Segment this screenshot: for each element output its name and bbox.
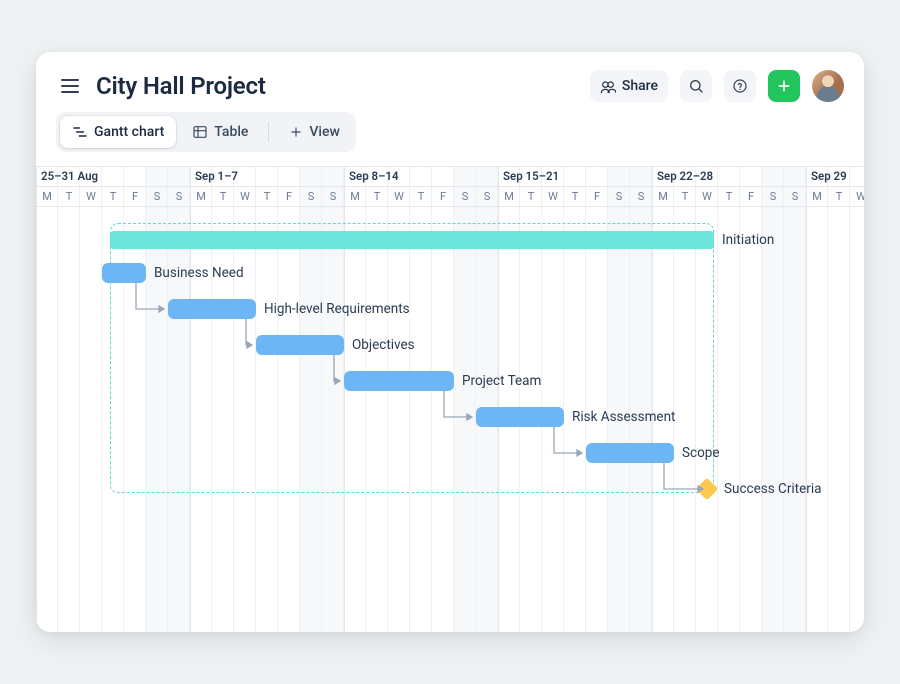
week-label: Sep 1–7 xyxy=(190,169,238,183)
task-bar[interactable] xyxy=(102,263,146,283)
day-label: S xyxy=(476,190,498,203)
page-title: City Hall Project xyxy=(96,72,266,100)
day-header: MTWTFSSMTWTFSSMTWTFSSMTWTFSSMTWTFSSMTW xyxy=(36,187,864,207)
day-label: F xyxy=(740,190,762,203)
tab-table-label: Table xyxy=(214,124,248,140)
add-view-button[interactable]: View xyxy=(277,116,352,148)
milestone-label: Success Criteria xyxy=(724,481,821,497)
task-bar[interactable] xyxy=(256,335,344,355)
search-button[interactable] xyxy=(680,70,712,102)
task-label: Project Team xyxy=(462,373,541,389)
task-bar[interactable] xyxy=(586,443,674,463)
task-bar[interactable] xyxy=(476,407,564,427)
task-label: Objectives xyxy=(352,337,415,353)
help-icon xyxy=(732,78,748,94)
day-label: S xyxy=(322,190,344,203)
tab-gantt[interactable]: Gantt chart xyxy=(60,116,176,148)
day-label: S xyxy=(454,190,476,203)
plus-icon xyxy=(289,125,303,139)
week-label: 25–31 Aug xyxy=(36,169,98,183)
day-label: W xyxy=(388,190,410,203)
header: City Hall Project Share xyxy=(36,52,864,112)
day-label: S xyxy=(168,190,190,203)
share-icon xyxy=(600,78,616,94)
add-view-label: View xyxy=(309,124,340,140)
week-label: Sep 29 xyxy=(806,169,847,183)
day-label: T xyxy=(366,190,388,203)
task-bar[interactable] xyxy=(168,299,256,319)
day-label: W xyxy=(234,190,256,203)
day-label: M xyxy=(498,190,520,203)
day-label: M xyxy=(344,190,366,203)
day-label: W xyxy=(542,190,564,203)
search-icon xyxy=(688,78,704,94)
day-label: T xyxy=(674,190,696,203)
day-label: S xyxy=(630,190,652,203)
tab-table[interactable]: Table xyxy=(180,116,260,148)
avatar[interactable] xyxy=(812,70,844,102)
tab-separator xyxy=(268,122,269,142)
plus-icon xyxy=(776,78,792,94)
share-button[interactable]: Share xyxy=(590,70,668,102)
day-label: T xyxy=(410,190,432,203)
day-label: S xyxy=(300,190,322,203)
day-label: M xyxy=(652,190,674,203)
tab-gantt-label: Gantt chart xyxy=(94,124,164,140)
menu-icon xyxy=(61,79,79,93)
task-label: Risk Assessment xyxy=(572,409,675,425)
day-label: T xyxy=(102,190,124,203)
day-label: T xyxy=(520,190,542,203)
day-label: F xyxy=(586,190,608,203)
day-label: M xyxy=(36,190,58,203)
task-label: Scope xyxy=(682,445,720,461)
week-label: Sep 8–14 xyxy=(344,169,399,183)
gantt-chart-area: Initiation Business Need High-level Requir… xyxy=(36,207,864,632)
day-label: S xyxy=(762,190,784,203)
gantt-icon xyxy=(72,124,88,140)
day-label: S xyxy=(608,190,630,203)
add-button[interactable] xyxy=(768,70,800,102)
day-label: T xyxy=(828,190,850,203)
day-label: T xyxy=(718,190,740,203)
menu-button[interactable] xyxy=(56,72,84,100)
task-bar[interactable] xyxy=(344,371,454,391)
phase-summary-bar[interactable] xyxy=(110,231,714,249)
app-window: City Hall Project Share Gantt chart Tabl… xyxy=(36,52,864,632)
phase-label: Initiation xyxy=(722,232,774,248)
day-label: M xyxy=(806,190,828,203)
week-label: Sep 22–28 xyxy=(652,169,713,183)
day-label: W xyxy=(696,190,718,203)
week-label: Sep 15–21 xyxy=(498,169,559,183)
share-label: Share xyxy=(622,78,658,94)
day-label: S xyxy=(146,190,168,203)
day-label: F xyxy=(432,190,454,203)
day-label: F xyxy=(278,190,300,203)
view-tabs-group: Gantt chart Table View xyxy=(56,112,356,152)
view-tabs: Gantt chart Table View xyxy=(36,112,864,166)
week-header: 25–31 Aug Sep 1–7 Sep 8–14 Sep 15–21 Sep 22–… xyxy=(36,167,864,187)
day-label: T xyxy=(58,190,80,203)
day-label: T xyxy=(564,190,586,203)
day-label: S xyxy=(784,190,806,203)
task-label: High-level Requirements xyxy=(264,301,410,317)
day-label: F xyxy=(124,190,146,203)
day-label: W xyxy=(850,190,864,203)
day-label: T xyxy=(256,190,278,203)
day-label: M xyxy=(190,190,212,203)
day-label: W xyxy=(80,190,102,203)
task-label: Business Need xyxy=(154,265,244,281)
help-button[interactable] xyxy=(724,70,756,102)
day-label: T xyxy=(212,190,234,203)
gantt-timeline[interactable]: 25–31 Aug Sep 1–7 Sep 8–14 Sep 15–21 Sep 22–… xyxy=(36,166,864,632)
table-icon xyxy=(192,124,208,140)
